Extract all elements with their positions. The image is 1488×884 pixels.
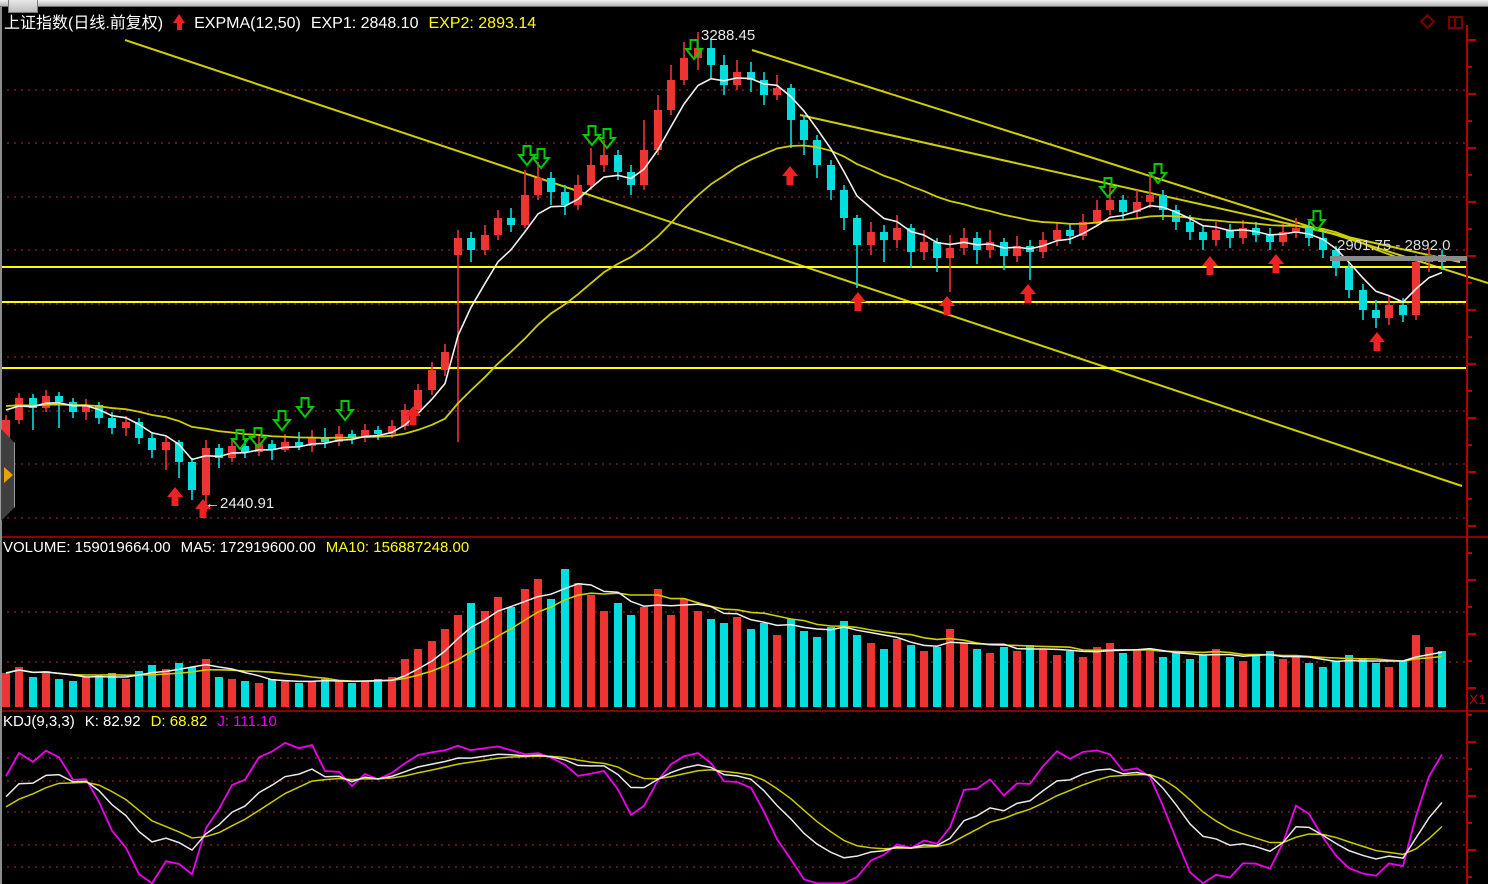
kdj-k-value: K: 82.92 [85, 713, 141, 730]
exp1-value: EXP1: 2848.10 [311, 15, 419, 32]
exp2-value: EXP2: 2893.14 [428, 15, 536, 32]
kdj-indicator-name[interactable]: KDJ(9,3,3) [3, 713, 75, 730]
volume-ma5-value: MA5: 172919600.00 [181, 539, 316, 556]
indicator-name[interactable]: EXPMA(12,50) [194, 15, 301, 32]
symbol-title: 上证指数(日线.前复权) [4, 15, 163, 32]
kdj-j-value: J: 111.10 [217, 713, 277, 730]
peak-price-annotation: 3288.45 [701, 27, 755, 44]
gap-zone-bar [1330, 256, 1467, 261]
volume-scale-label: X1 [1469, 691, 1486, 707]
window-split-icon[interactable] [1448, 16, 1463, 29]
gap-range-annotation: 2901.75 - 2892.0 [1337, 237, 1450, 254]
side-panel-handle[interactable] [0, 428, 15, 522]
kdj-pane-header: KDJ(9,3,3) K: 82.92 D: 68.82 J: 111.10 [3, 713, 287, 730]
price-pane-header: 上证指数(日线.前复权) EXPMA(12,50) EXP1: 2848.10 EXP… [4, 9, 546, 33]
volume-pane-header: VOLUME: 159019664.00 MA5: 172919600.00 MA1… [3, 539, 479, 556]
kdj-d-value: D: 68.82 [151, 713, 208, 730]
volume-value: VOLUME: 159019664.00 [3, 539, 171, 556]
low-price-annotation: ←2440.91 [205, 495, 274, 512]
window-tab-stub[interactable] [8, 0, 38, 13]
chart-canvas[interactable] [0, 0, 1488, 884]
expand-arrow-icon [4, 467, 13, 483]
up-arrow-icon [173, 14, 186, 30]
window-top-strip [0, 0, 1488, 7]
chart-window: 上证指数(日线.前复权) EXPMA(12,50) EXP1: 2848.10 EXP… [0, 0, 1488, 884]
volume-ma10-value: MA10: 156887248.00 [326, 539, 469, 556]
